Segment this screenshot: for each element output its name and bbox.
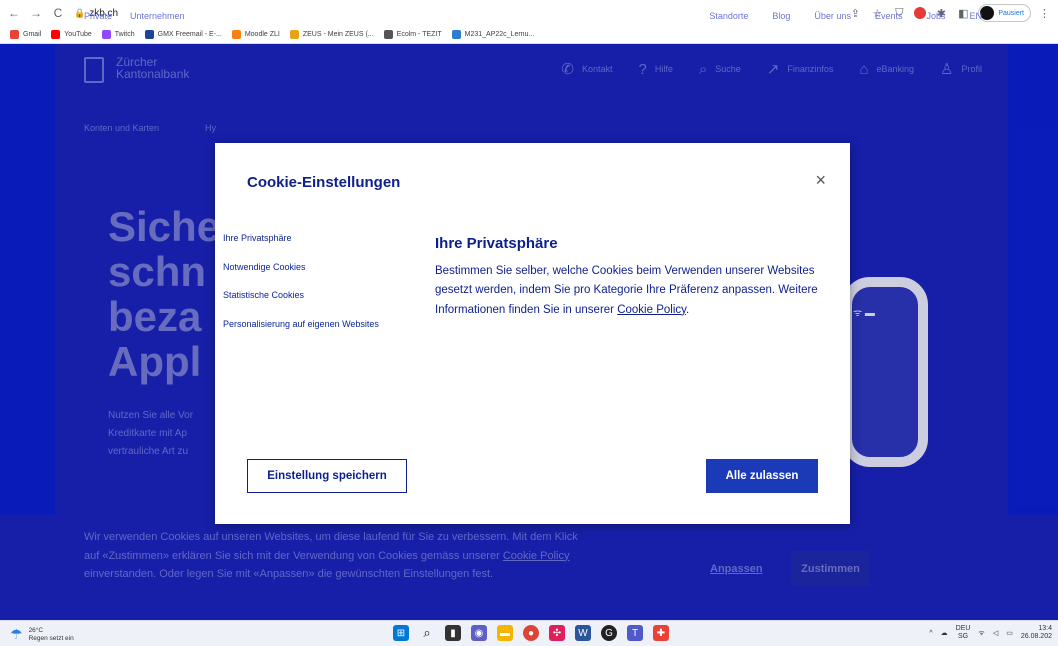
github-icon[interactable]: G bbox=[601, 625, 617, 641]
bookmark-favicon-icon bbox=[51, 30, 61, 39]
meta-nav-item[interactable]: Standorte bbox=[709, 11, 748, 21]
cookie-category-item[interactable]: Ihre Privatsphäre bbox=[223, 233, 379, 262]
bookmark-favicon-icon bbox=[10, 30, 19, 39]
profile-label: Pausiert bbox=[998, 9, 1024, 17]
bookmark-label: Ecolm - TEZIT bbox=[396, 31, 442, 38]
bookmark-label: ZEUS - Mein ZEUS (... bbox=[302, 31, 374, 38]
volume-icon[interactable]: ◁ bbox=[993, 629, 998, 637]
wifi-icon[interactable]: ᯤ bbox=[978, 629, 984, 638]
cloud-icon[interactable]: ☁ bbox=[941, 629, 948, 637]
slack-icon[interactable]: ✣ bbox=[549, 625, 565, 641]
bookmark-label: Twitch bbox=[114, 31, 135, 38]
battery-icon[interactable]: ▭ bbox=[1006, 629, 1013, 637]
search-icon[interactable]: ⌕ bbox=[419, 625, 435, 641]
temperature: 26°C bbox=[28, 626, 44, 634]
meta-nav: Standorte Blog Über uns Events Jobs EN bbox=[709, 11, 982, 21]
cookie-category-item[interactable]: Statistische Cookies bbox=[223, 290, 379, 319]
cookie-category-nav: Ihre Privatsphäre Notwendige Cookies Stati… bbox=[223, 233, 379, 347]
bookmark-item[interactable]: Gmail bbox=[10, 30, 41, 39]
bookmark-favicon-icon bbox=[383, 30, 393, 39]
bookmark-label: Gmail bbox=[23, 31, 42, 38]
teams-icon[interactable]: T bbox=[627, 625, 643, 641]
save-settings-button[interactable]: Einstellung speichern bbox=[247, 459, 407, 493]
meta-nav-item[interactable]: Über uns bbox=[814, 11, 851, 21]
meta-nav-item[interactable]: Jobs bbox=[926, 11, 945, 21]
language-indicator[interactable]: DEU SG bbox=[956, 625, 971, 641]
close-icon[interactable]: × bbox=[815, 171, 826, 189]
bookmark-item[interactable]: GMX Freemail - E-... bbox=[144, 30, 222, 39]
weather-condition: Regen setzt ein bbox=[28, 634, 74, 642]
bookmark-item[interactable]: M231_AP22c_Lernu... bbox=[451, 30, 535, 39]
segment-nav: Private Unternehmen bbox=[84, 11, 185, 21]
allow-all-button[interactable]: Alle zulassen bbox=[706, 459, 818, 493]
cookie-category-item[interactable]: Notwendige Cookies bbox=[223, 262, 379, 291]
menu-icon[interactable]: ⋮ bbox=[1039, 7, 1050, 20]
meta-nav-item[interactable]: Events bbox=[875, 11, 903, 21]
forward-icon[interactable]: → bbox=[28, 6, 44, 20]
bookmark-favicon-icon bbox=[144, 30, 154, 39]
chevron-up-icon[interactable]: ^ bbox=[929, 630, 932, 637]
bookmark-item[interactable]: YouTube bbox=[51, 30, 92, 39]
folder-icon[interactable]: ▬ bbox=[497, 625, 513, 641]
start-icon[interactable]: ⊞ bbox=[393, 625, 409, 641]
bookmark-favicon-icon bbox=[101, 30, 111, 39]
cookie-category-item[interactable]: Personalisierung auf eigenen Websites bbox=[223, 319, 379, 348]
dialog-title: Cookie-Einstellungen bbox=[247, 174, 401, 191]
chrome-icon[interactable]: ● bbox=[523, 625, 539, 641]
taskbar-apps: ⊞ ⌕ ▮ ◉ ▬ ● ✣ W G T ✚ bbox=[393, 625, 669, 641]
clock[interactable]: 13:4 26.08.202 bbox=[1021, 625, 1052, 641]
weather-widget[interactable]: ☂ 26°C Regen setzt ein bbox=[10, 626, 74, 643]
meta-nav-item[interactable]: Blog bbox=[772, 11, 790, 21]
app-icon[interactable]: ✚ bbox=[653, 625, 669, 641]
segment-nav-item[interactable]: Private bbox=[84, 11, 112, 21]
meta-nav-item[interactable]: EN bbox=[969, 11, 982, 21]
cookie-policy-link[interactable]: Cookie Policy bbox=[617, 304, 686, 316]
bookmark-item[interactable]: Twitch bbox=[101, 30, 135, 39]
bookmark-favicon-icon bbox=[231, 30, 241, 39]
word-icon[interactable]: W bbox=[575, 625, 591, 641]
bookmark-item[interactable]: Ecolm - TEZIT bbox=[383, 30, 442, 39]
bookmarks-bar: Gmail YouTube Twitch GMX Freemail - E-... Mo… bbox=[0, 26, 1058, 44]
reload-icon[interactable]: C bbox=[50, 6, 66, 20]
system-tray: ^ ☁ DEU SG ᯤ ◁ ▭ 13:4 26.08.202 bbox=[929, 625, 1052, 641]
avatar bbox=[980, 6, 995, 20]
weather-icon: ☂ bbox=[10, 626, 23, 642]
bookmark-item[interactable]: ZEUS - Mein ZEUS (... bbox=[289, 30, 374, 39]
back-icon[interactable]: ← bbox=[6, 6, 22, 20]
bookmark-item[interactable]: Moodle ZLI bbox=[231, 30, 280, 39]
chat-icon[interactable]: ◉ bbox=[471, 625, 487, 641]
bookmark-label: Moodle ZLI bbox=[244, 31, 280, 38]
bookmark-label: YouTube bbox=[64, 31, 92, 38]
bookmark-favicon-icon bbox=[451, 30, 461, 39]
bookmark-favicon-icon bbox=[289, 30, 299, 39]
profile-button[interactable]: Pausiert bbox=[978, 4, 1031, 22]
section-title: Ihre Privatsphäre bbox=[435, 235, 558, 252]
bookmark-label: M231_AP22c_Lernu... bbox=[464, 31, 535, 38]
bookmark-label: GMX Freemail - E-... bbox=[157, 31, 222, 38]
segment-nav-item[interactable]: Unternehmen bbox=[130, 11, 185, 21]
windows-taskbar: ☂ 26°C Regen setzt ein ⊞ ⌕ ▮ ◉ ▬ ● ✣ W G… bbox=[0, 620, 1058, 646]
task-view-icon[interactable]: ▮ bbox=[445, 625, 461, 641]
section-text: Bestimmen Sie selber, welche Cookies bei… bbox=[435, 265, 818, 316]
cookie-settings-dialog: Cookie-Einstellungen × Ihre Privatsphäre… bbox=[215, 143, 850, 524]
